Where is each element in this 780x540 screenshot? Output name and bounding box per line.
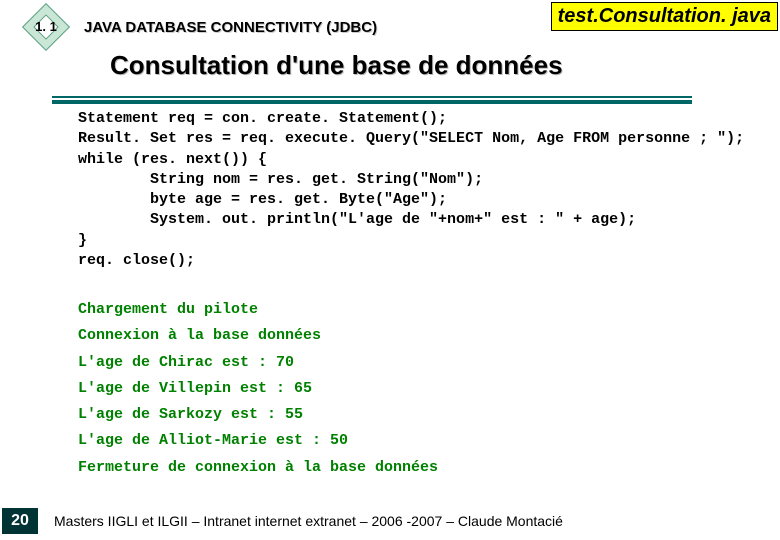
slide-title: Consultation d'une base de données <box>110 50 780 81</box>
output-line: L'age de Alliot-Marie est : 50 <box>78 428 760 454</box>
output-line: L'age de Chirac est : 70 <box>78 350 760 376</box>
page-number: 20 <box>2 508 38 534</box>
slide-footer: 20 Masters IIGLI et ILGII – Intranet int… <box>0 508 780 534</box>
breadcrumb: JAVA DATABASE CONNECTIVITY (JDBC) <box>84 19 377 36</box>
output-line: Chargement du pilote <box>78 297 760 323</box>
footer-text: Masters IIGLI et ILGII – Intranet intern… <box>54 513 563 529</box>
output-line: Connexion à la base données <box>78 323 760 349</box>
title-underline <box>52 96 692 104</box>
code-block: Statement req = con. create. Statement()… <box>78 109 760 271</box>
slide-header: 1. 1 JAVA DATABASE CONNECTIVITY (JDBC) t… <box>0 0 780 48</box>
output-block: Chargement du pilote Connexion à la base… <box>78 297 760 481</box>
title-block: Consultation d'une base de données <box>110 50 780 81</box>
output-line: L'age de Villepin est : 65 <box>78 376 760 402</box>
output-line: Fermeture de connexion à la base données <box>78 455 760 481</box>
output-line: L'age de Sarkozy est : 55 <box>78 402 760 428</box>
section-number: 1. 1 <box>26 19 66 34</box>
file-tag: test.Consultation. java <box>551 2 778 31</box>
section-bullet-icon: 1. 1 <box>26 7 66 47</box>
slide-content: Statement req = con. create. Statement()… <box>0 81 780 481</box>
